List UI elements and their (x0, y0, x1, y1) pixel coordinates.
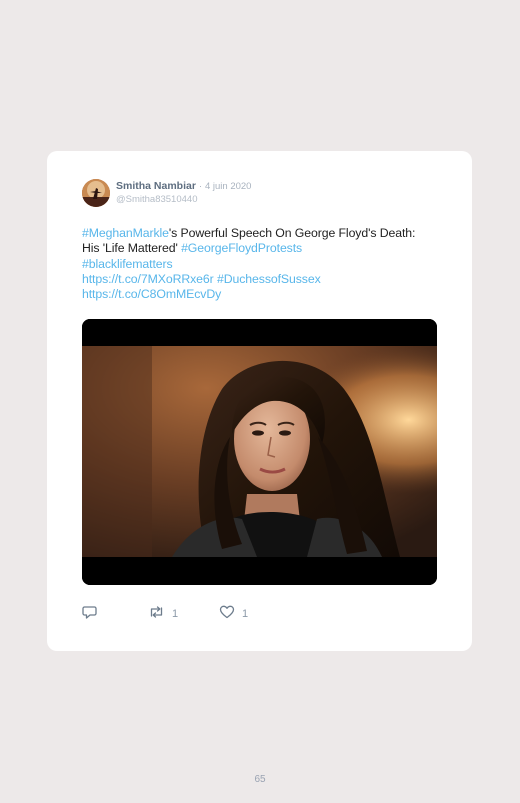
hashtag-blacklifematters[interactable]: #blacklifematters (82, 257, 173, 271)
retweet-icon (148, 604, 165, 625)
tweet-text: #MeghanMarkle's Powerful Speech On Georg… (82, 226, 432, 302)
reply-button[interactable] (82, 604, 98, 625)
heart-icon (219, 604, 235, 625)
retweet-count: 1 (172, 608, 179, 620)
hashtag-duchessofsussex[interactable]: #DuchessofSussex (217, 272, 321, 286)
author-handle[interactable]: @Smitha83510440 (116, 194, 197, 205)
tweet-card: Smitha Nambiar · 4 juin 2020 @Smitha8351… (47, 151, 472, 651)
avatar[interactable] (82, 179, 110, 207)
hashtag-georgefloydprotests[interactable]: #GeorgeFloydProtests (181, 241, 302, 255)
tweet-actions: 1 1 (82, 604, 382, 625)
url-link-2[interactable]: https://t.co/C8OmMEcvDy (82, 287, 221, 301)
author-line: Smitha Nambiar · 4 juin 2020 (116, 180, 251, 193)
author-name[interactable]: Smitha Nambiar (116, 180, 196, 192)
tweet-image[interactable] (82, 319, 437, 585)
hashtag-meghanmarkle[interactable]: #MeghanMarkle (82, 226, 169, 240)
reply-icon (82, 604, 98, 625)
like-button[interactable]: 1 (219, 604, 249, 625)
retweet-button[interactable]: 1 (148, 604, 179, 625)
tweet-date[interactable]: 4 juin 2020 (205, 181, 251, 192)
url-link-1[interactable]: https://t.co/7MXoRRxe6r (82, 272, 214, 286)
separator-dot: · (198, 181, 203, 192)
like-count: 1 (242, 608, 249, 620)
page-number: 65 (254, 774, 266, 785)
